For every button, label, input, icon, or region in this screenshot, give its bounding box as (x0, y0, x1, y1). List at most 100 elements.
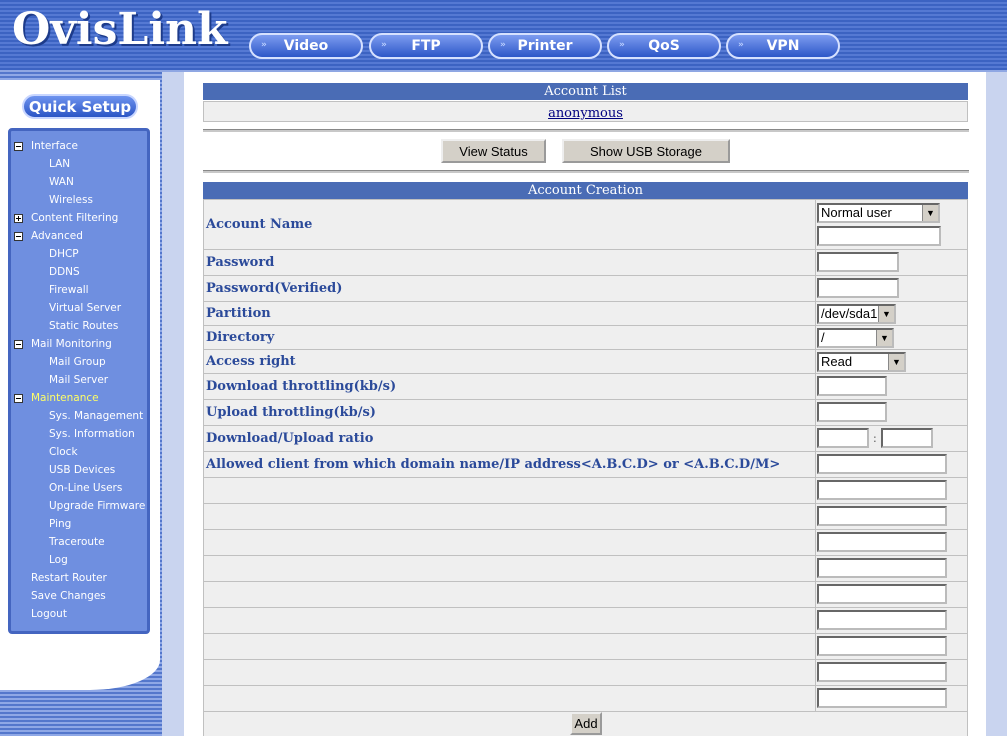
nav-ftp-button[interactable]: » FTP (369, 33, 483, 59)
account-type-select[interactable]: Normal user ▼ (817, 203, 940, 223)
upload-throttling-input[interactable] (817, 402, 887, 422)
nav-label: VPN (766, 38, 800, 54)
directory-select[interactable]: / ▼ (817, 328, 894, 348)
sidebar-item-restart-router[interactable]: Restart Router (31, 571, 107, 585)
nav-video-button[interactable]: » Video (249, 33, 363, 59)
account-name-input[interactable] (817, 226, 941, 246)
allowed-client-input[interactable] (817, 688, 947, 708)
sidebar-item-ddns[interactable]: DDNS (49, 265, 80, 279)
allowed-client-row (203, 607, 968, 634)
sidebar-item-sys-management[interactable]: Sys. Management (49, 409, 143, 423)
view-status-button[interactable]: View Status (441, 139, 546, 163)
sidebar-item-wan[interactable]: WAN (49, 175, 74, 189)
allowed-client-input[interactable] (817, 558, 947, 578)
header-bar: OvisLink » Video » FTP » Printer » QoS » VPN (0, 0, 1007, 72)
allowed-client-input[interactable] (817, 610, 947, 630)
sidebar-item-sys-information[interactable]: Sys. Information (49, 427, 135, 441)
download-throttling-row: Download throttling(kb/s) (203, 373, 968, 400)
nav-qos-button[interactable]: » QoS (607, 33, 721, 59)
column-divider (815, 686, 816, 711)
allowed-client-input[interactable] (817, 662, 947, 682)
column-divider (815, 276, 816, 301)
sidebar-item-mail-server[interactable]: Mail Server (49, 373, 108, 387)
directory-label: Directory (206, 330, 275, 345)
expand-icon[interactable] (14, 214, 23, 223)
collapse-icon[interactable] (14, 232, 23, 241)
upload-ratio-input[interactable] (881, 428, 933, 448)
quick-setup-button[interactable]: Quick Setup (22, 94, 138, 119)
sidebar-item-static-routes[interactable]: Static Routes (49, 319, 118, 333)
sidebar-item-log[interactable]: Log (49, 553, 68, 567)
allowed-client-input[interactable] (817, 636, 947, 656)
arrow-icon: » (261, 40, 267, 50)
nav-label: FTP (411, 38, 441, 54)
column-divider (815, 504, 816, 529)
allowed-client-input[interactable] (817, 454, 947, 474)
show-usb-storage-button[interactable]: Show USB Storage (562, 139, 730, 163)
collapse-icon[interactable] (14, 340, 23, 349)
sidebar-item-virtual-server[interactable]: Virtual Server (49, 301, 121, 315)
nav-printer-button[interactable]: » Printer (488, 33, 602, 59)
access-right-select[interactable]: Read ▼ (817, 352, 906, 372)
sidebar-item-logout[interactable]: Logout (31, 607, 67, 621)
sidebar-item-firewall[interactable]: Firewall (49, 283, 89, 297)
sidebar-item-advanced[interactable]: Advanced (31, 229, 83, 243)
access-right-row: Access right Read ▼ (203, 349, 968, 374)
collapse-icon[interactable] (14, 142, 23, 151)
password-verified-input[interactable] (817, 278, 899, 298)
arrow-icon: » (738, 40, 744, 50)
download-throttling-input[interactable] (817, 376, 887, 396)
download-throttling-label: Download throttling(kb/s) (206, 379, 397, 394)
account-link-anonymous[interactable]: anonymous (548, 106, 623, 121)
arrow-icon: » (619, 40, 625, 50)
password-label: Password (206, 255, 275, 270)
ratio-colon: : (873, 432, 877, 445)
arrow-icon: » (500, 40, 506, 50)
sidebar-item-lan[interactable]: LAN (49, 157, 70, 171)
upload-throttling-label: Upload throttling(kb/s) (206, 405, 376, 420)
sidebar-item-clock[interactable]: Clock (49, 445, 78, 459)
partition-select[interactable]: /dev/sda1 ▼ (817, 304, 896, 324)
allowed-client-input[interactable] (817, 506, 947, 526)
sidebar-item-on-line-users[interactable]: On-Line Users (49, 481, 122, 495)
account-type-value: Normal user (821, 205, 892, 220)
sidebar-item-content-filtering[interactable]: Content Filtering (31, 211, 118, 225)
sidebar-item-upgrade-firmware[interactable]: Upgrade Firmware (49, 499, 145, 513)
account-name-row: Account Name Normal user ▼ (203, 199, 968, 250)
directory-row: Directory / ▼ (203, 325, 968, 350)
allowed-client-row (203, 659, 968, 686)
allowed-client-input[interactable] (817, 532, 947, 552)
column-divider (815, 634, 816, 659)
directory-value: / (821, 330, 825, 345)
password-row: Password (203, 249, 968, 276)
sidebar-item-traceroute[interactable]: Traceroute (49, 535, 105, 549)
nav-vpn-button[interactable]: » VPN (726, 33, 840, 59)
dropdown-arrow-icon: ▼ (922, 205, 938, 221)
column-divider (815, 374, 816, 399)
password-input[interactable] (817, 252, 899, 272)
column-divider (815, 452, 816, 477)
sidebar-item-interface[interactable]: Interface (31, 139, 78, 153)
column-divider (815, 302, 816, 325)
sidebar-item-usb-devices[interactable]: USB Devices (49, 463, 115, 477)
sidebar-item-maintenance[interactable]: Maintenance (31, 391, 99, 405)
download-ratio-input[interactable] (817, 428, 869, 448)
column-divider (815, 582, 816, 607)
password-verified-label: Password(Verified) (206, 281, 343, 296)
sidebar-item-mail-monitoring[interactable]: Mail Monitoring (31, 337, 112, 351)
column-divider (815, 556, 816, 581)
allowed-client-row (203, 555, 968, 582)
column-divider (815, 400, 816, 425)
allowed-client-input[interactable] (817, 480, 947, 500)
access-right-label: Access right (206, 354, 296, 369)
sidebar-item-save-changes[interactable]: Save Changes (31, 589, 106, 603)
sidebar-item-ping[interactable]: Ping (49, 517, 71, 531)
nav-label: QoS (648, 38, 680, 54)
sidebar-item-mail-group[interactable]: Mail Group (49, 355, 106, 369)
sidebar-item-wireless[interactable]: Wireless (49, 193, 93, 207)
sidebar-item-dhcp[interactable]: DHCP (49, 247, 79, 261)
add-button[interactable]: Add (570, 712, 602, 735)
allowed-client-input[interactable] (817, 584, 947, 604)
collapse-icon[interactable] (14, 394, 23, 403)
column-divider (815, 200, 816, 249)
